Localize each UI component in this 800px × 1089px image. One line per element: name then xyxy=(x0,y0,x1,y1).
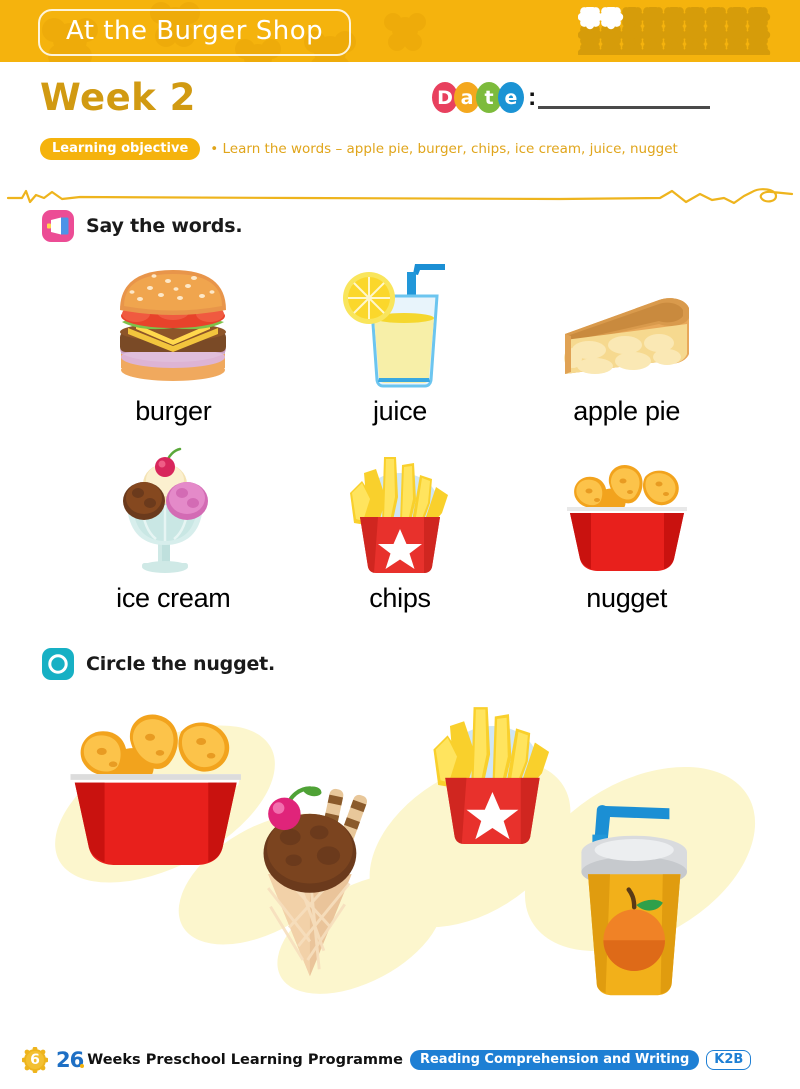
circle-outline-icon xyxy=(42,648,74,680)
task-say-the-words: Say the words. xyxy=(0,210,800,242)
task-label-circle-the-nugget: Circle the nugget. xyxy=(86,653,276,675)
learning-objective-text: • Learn the words – apple pie, burger, c… xyxy=(210,141,678,157)
footer-number: 26 xyxy=(56,1048,84,1072)
week-label: Week 2 xyxy=(40,76,196,119)
fries-carton-illustration xyxy=(342,445,458,575)
footer-subject-badge: Reading Comprehension and Writing xyxy=(409,1050,700,1070)
page-title: At the Burger Shop xyxy=(38,9,352,56)
learning-objective-badge: Learning objective xyxy=(40,138,201,160)
date-letter-e: e xyxy=(498,82,524,113)
word-label-juice: juice xyxy=(372,396,427,426)
page-footer: 6 26 Weeks Preschool Learning Programme … xyxy=(0,1047,800,1073)
page-number-badge: 6 xyxy=(22,1047,48,1073)
learning-objective-row: Learning objective • Learn the words – a… xyxy=(0,136,800,162)
word-card-ice-cream[interactable]: ice cream xyxy=(60,445,287,614)
footer-programme: Weeks Preschool Learning Programme xyxy=(87,1052,403,1068)
page-number: 6 xyxy=(30,1052,40,1068)
word-label-ice-cream: ice cream xyxy=(116,583,231,613)
task-label-say-the-words: Say the words. xyxy=(86,215,243,237)
word-card-apple-pie[interactable]: apple pie xyxy=(513,256,740,427)
date-input-line[interactable] xyxy=(538,106,711,109)
week-date-row: Week 2 D a t e : xyxy=(0,76,800,132)
megaphone-icon xyxy=(42,210,74,242)
ice-cream-sundae-illustration xyxy=(118,445,228,575)
word-card-juice[interactable]: juice xyxy=(287,256,514,427)
section-divider xyxy=(0,178,800,210)
wavy-divider-line xyxy=(6,188,794,205)
page-header: At the Burger Shop xyxy=(0,0,800,62)
date-field[interactable]: D a t e : xyxy=(432,82,711,113)
worksheet-page: At the Burger Shop Week 2 D a t e: Lear… xyxy=(0,0,800,1089)
word-card-chips[interactable]: chips xyxy=(287,445,514,614)
word-label-burger: burger xyxy=(135,396,212,426)
date-colon: : xyxy=(528,83,537,111)
word-card-nugget[interactable]: nugget xyxy=(513,445,740,614)
word-grid-row-1: burger juice apple pie xyxy=(60,256,740,427)
juice-glass-illustration xyxy=(341,256,459,388)
word-label-nugget: nugget xyxy=(586,583,668,613)
word-label-chips: chips xyxy=(369,583,431,613)
nugget-bucket-illustration xyxy=(70,714,241,866)
circle-activity-area xyxy=(0,694,800,1014)
burger-illustration xyxy=(106,256,240,388)
word-label-apple-pie: apple pie xyxy=(573,396,681,426)
week-progress-dots xyxy=(578,7,771,55)
word-card-burger[interactable]: burger xyxy=(60,256,287,427)
task-circle-the-nugget: Circle the nugget. xyxy=(0,648,800,680)
footer-level-badge: K2B xyxy=(706,1050,752,1070)
nugget-bucket-illustration xyxy=(561,445,693,575)
word-grid-row-2: ice cream chips nugget xyxy=(60,445,740,614)
apple-pie-illustration xyxy=(559,256,695,388)
